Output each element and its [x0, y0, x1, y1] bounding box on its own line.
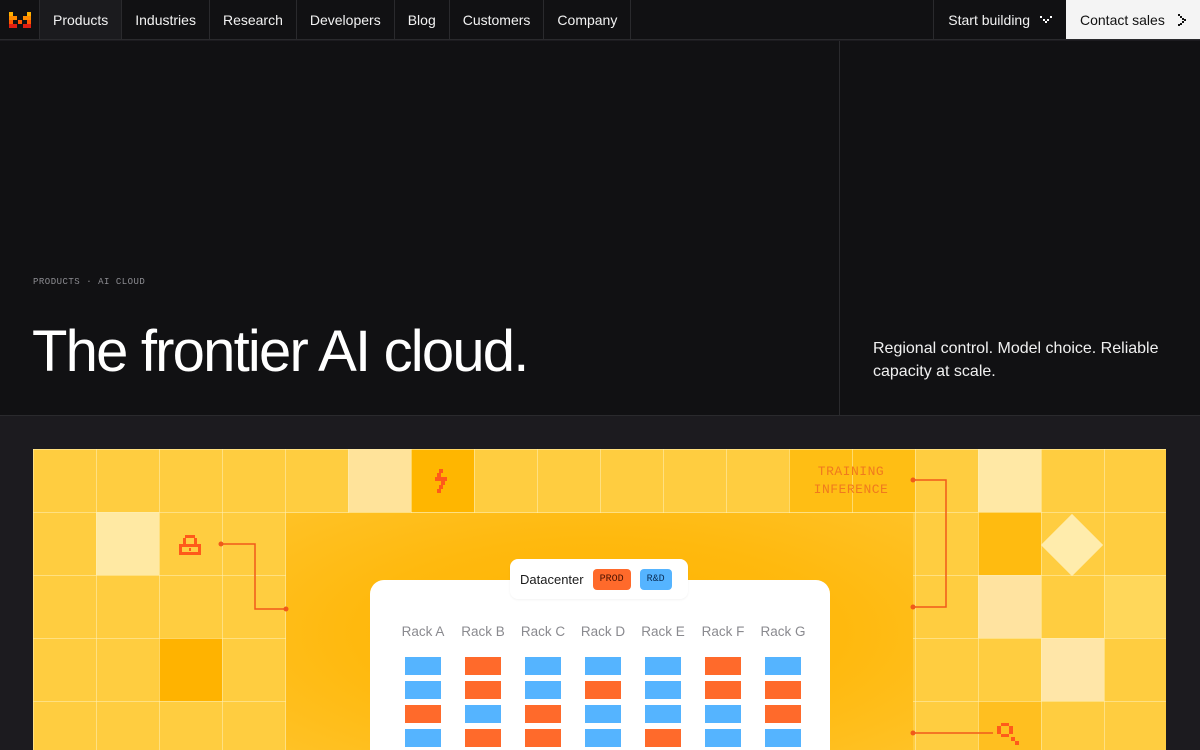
rack-unit-blue	[705, 729, 741, 747]
brand-logo-icon	[8, 12, 31, 28]
breadcrumb: PRODUCTS · AI CLOUD	[33, 277, 145, 287]
rack-unit-orange	[705, 681, 741, 699]
rack-column: Rack C	[513, 624, 573, 750]
chevron-right-icon	[1178, 13, 1186, 26]
hero-tagline: Regional control. Model choice. Reliable…	[873, 340, 1159, 380]
rack-unit-orange	[765, 681, 801, 699]
rack-unit-orange	[765, 705, 801, 723]
nav-developers[interactable]: Developers	[297, 0, 395, 39]
datacenter-header: Datacenter PROD R&D	[510, 559, 688, 599]
rack-unit-blue	[645, 705, 681, 723]
start-building-button[interactable]: Start building	[933, 0, 1066, 39]
rack-list: Rack A Rack B Rack C Rack D Rack E Rack F Rack…	[393, 624, 813, 750]
rack-column: Rack D	[573, 624, 633, 750]
rack-unit-orange	[405, 705, 441, 723]
rack-unit-blue	[405, 681, 441, 699]
rack-unit-orange	[705, 657, 741, 675]
rack-unit-blue	[585, 657, 621, 675]
brand-logo[interactable]	[0, 0, 40, 40]
breadcrumb-ai-cloud: AI CLOUD	[98, 277, 146, 287]
rack-unit-blue	[405, 729, 441, 747]
workload-tag: TRAINING INFERENCE	[813, 463, 889, 499]
rack-unit-blue	[645, 681, 681, 699]
rack-unit-blue	[525, 657, 561, 675]
rack-name: Rack B	[461, 624, 505, 639]
rack-unit-blue	[765, 729, 801, 747]
start-building-label: Start building	[948, 11, 1030, 28]
tag-training: TRAINING	[817, 464, 885, 479]
rack-unit-blue	[585, 729, 621, 747]
rack-unit-orange	[525, 705, 561, 723]
breadcrumb-products[interactable]: PRODUCTS	[33, 277, 80, 287]
nav-customers[interactable]: Customers	[450, 0, 545, 39]
rack-unit-orange	[465, 681, 501, 699]
rack-unit-blue	[765, 657, 801, 675]
chevron-down-icon	[1040, 15, 1052, 23]
rack-name: Rack C	[520, 624, 566, 639]
rack-unit-blue	[705, 705, 741, 723]
tag-inference: INFERENCE	[813, 482, 889, 497]
rack-column: Rack E	[633, 624, 693, 750]
rack-unit-blue	[585, 705, 621, 723]
rack-column: Rack B	[453, 624, 513, 750]
rack-column: Rack F	[693, 624, 753, 750]
nav-industries[interactable]: Industries	[122, 0, 210, 39]
rack-name: Rack A	[401, 624, 445, 639]
nav-products[interactable]: Products	[40, 0, 123, 39]
hero-divider	[839, 41, 840, 416]
rack-unit-orange	[465, 729, 501, 747]
rack-unit-orange	[465, 657, 501, 675]
datacenter-label: Datacenter	[520, 571, 584, 587]
nav-company[interactable]: Company	[544, 0, 632, 39]
datacenter-illustration: TRAINING INFERENCE Datacenter PROD R&D R…	[33, 449, 1166, 750]
rack-unit-blue	[645, 657, 681, 675]
rack-unit-blue	[465, 705, 501, 723]
top-navigation: Products Industries Research Developers …	[0, 0, 1200, 40]
nav-blog[interactable]: Blog	[395, 0, 450, 39]
rack-name: Rack D	[580, 624, 626, 639]
rack-name: Rack E	[641, 624, 685, 639]
breadcrumb-separator: ·	[86, 277, 93, 287]
rack-unit-blue	[405, 657, 441, 675]
rack-unit-orange	[585, 681, 621, 699]
page-title: The frontier AI cloud.	[32, 319, 529, 384]
rack-name: Rack F	[701, 624, 745, 639]
contact-sales-button[interactable]: Contact sales	[1066, 0, 1200, 39]
rack-column: Rack G	[753, 624, 813, 750]
rack-unit-blue	[525, 681, 561, 699]
rnd-badge: R&D	[639, 568, 672, 590]
contact-sales-label: Contact sales	[1080, 11, 1165, 28]
nav-research[interactable]: Research	[210, 0, 297, 39]
rack-unit-orange	[525, 729, 561, 747]
rack-name: Rack G	[760, 624, 806, 639]
prod-badge: PROD	[592, 568, 631, 590]
rack-column: Rack A	[393, 624, 453, 750]
rack-unit-orange	[645, 729, 681, 747]
hero-section: PRODUCTS · AI CLOUD The frontier AI clou…	[0, 41, 1200, 416]
